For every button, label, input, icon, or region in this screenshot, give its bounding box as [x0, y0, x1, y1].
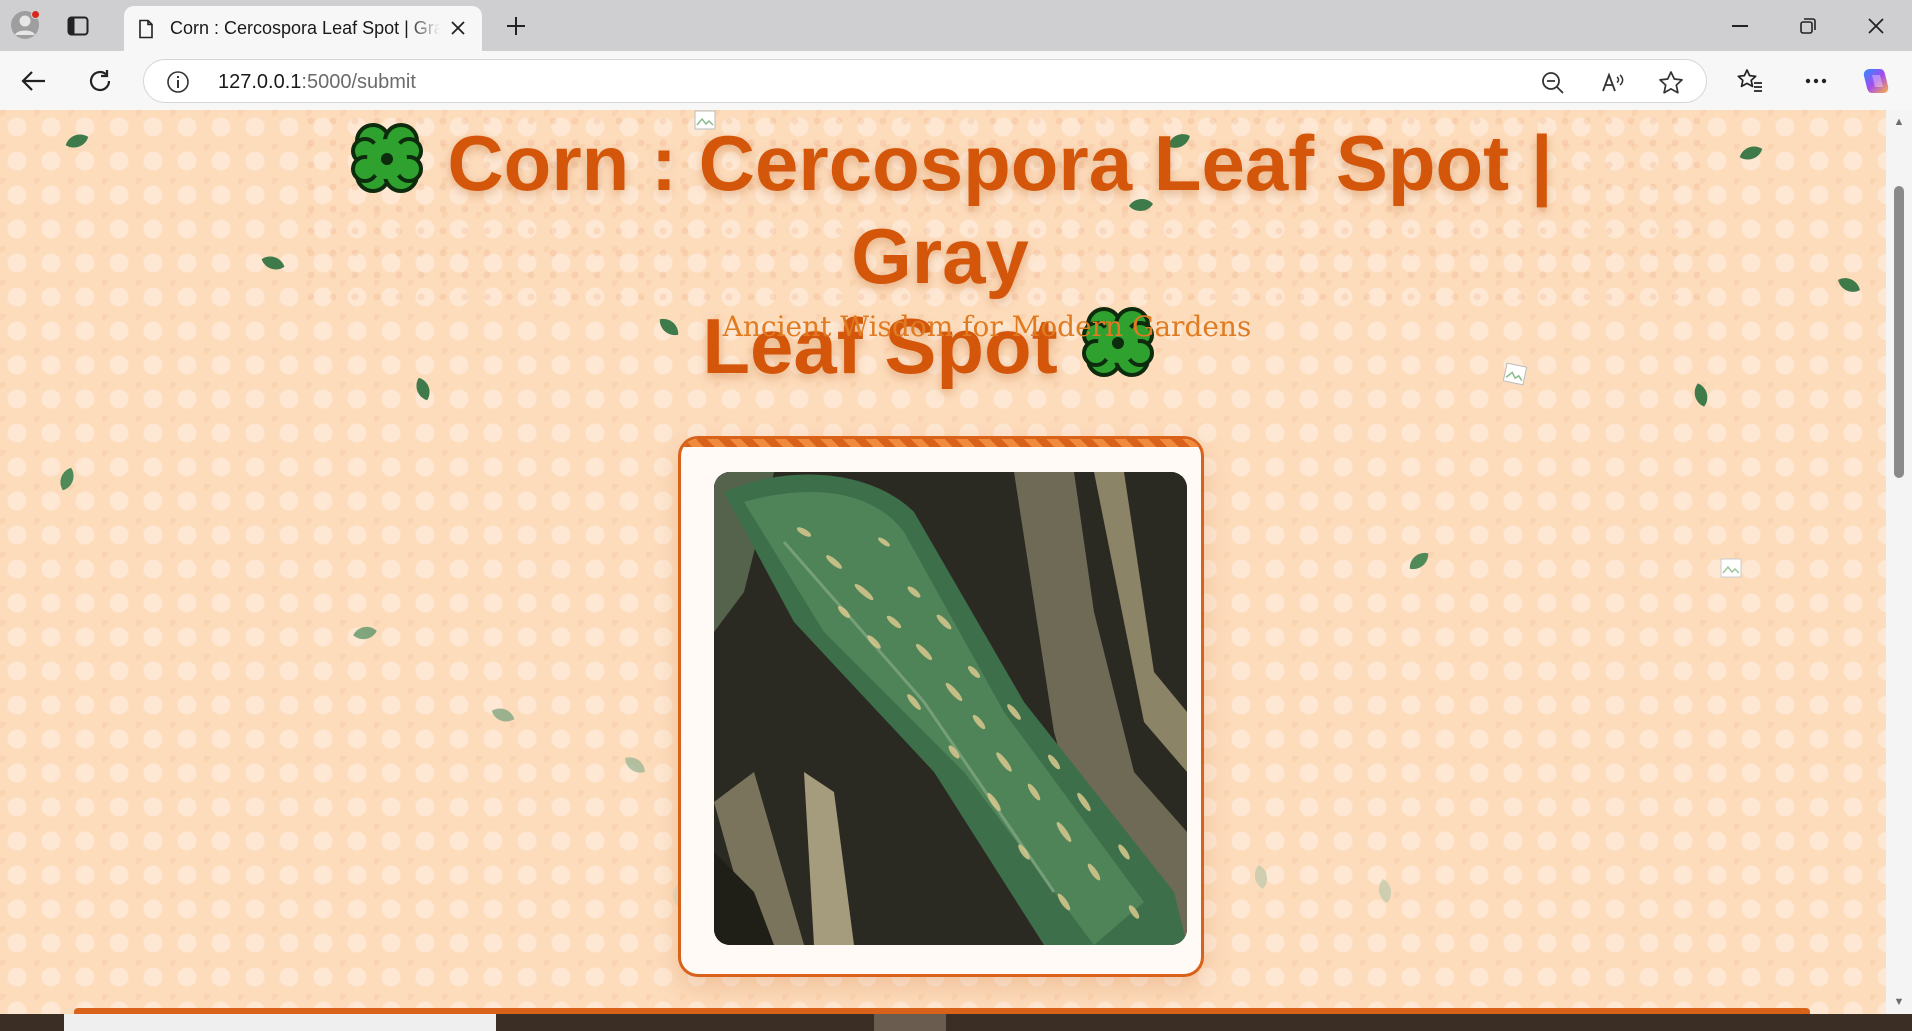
url-path: :5000/submit: [301, 71, 416, 93]
tab-strip: Corn : Cercospora Leaf Spot | Gray Leaf …: [0, 0, 1912, 51]
leaf-icon: [62, 130, 91, 152]
back-icon[interactable]: [18, 65, 50, 97]
scroll-up-icon[interactable]: ▲: [1893, 116, 1905, 128]
zoom-out-icon[interactable]: [1540, 70, 1566, 96]
leaf-icon: [488, 704, 517, 726]
favorite-star-icon[interactable]: [1658, 70, 1684, 96]
restore-icon[interactable]: [1774, 0, 1842, 51]
profile-icon[interactable]: [8, 8, 42, 42]
leaf-icon: [1691, 381, 1711, 410]
subtitle-text: Ancient Wisdom for Modern Gardens: [722, 310, 1252, 343]
favorites-icon[interactable]: [1734, 65, 1766, 97]
taskbar-item[interactable]: [874, 1014, 946, 1031]
more-icon[interactable]: [1800, 65, 1832, 97]
vertical-scrollbar[interactable]: ▲ ▼: [1886, 110, 1912, 1014]
read-aloud-icon[interactable]: [1600, 70, 1626, 96]
url-text[interactable]: 127.0.0.1:5000/submit: [218, 71, 416, 94]
close-tab-icon[interactable]: [448, 18, 468, 38]
leaf-icon: [1405, 547, 1434, 574]
tab-actions-icon[interactable]: [64, 12, 92, 40]
page-icon: [139, 19, 153, 38]
leaf-icon: [1376, 877, 1394, 905]
tab-title: Corn : Cercospora Leaf Spot | Gray Leaf …: [170, 18, 440, 38]
minimize-icon[interactable]: [1706, 0, 1774, 51]
leaf-icon: [351, 624, 379, 642]
page-subtitle: Ancient Wisdom for Modern Gardens: [0, 310, 1886, 343]
taskbar: [0, 1014, 1912, 1031]
leaf-icon: [1834, 273, 1863, 297]
leaf-icon: [1736, 142, 1765, 164]
page-viewport: Corn : Cercospora Leaf Spot | Gray Leaf …: [0, 110, 1886, 1014]
close-window-icon[interactable]: [1842, 0, 1910, 51]
browser-toolbar: 127.0.0.1:5000/submit: [0, 51, 1912, 110]
title-line-1: Corn : Cercospora Leaf Spot | Gray: [447, 119, 1553, 301]
refresh-icon[interactable]: [84, 65, 116, 97]
leaf-icon: [56, 464, 78, 493]
card-top-stripe: [681, 439, 1201, 447]
url-host: 127.0.0.1: [218, 71, 302, 93]
address-bar[interactable]: 127.0.0.1:5000/submit: [143, 59, 1707, 103]
active-tab[interactable]: Corn : Cercospora Leaf Spot | Gray Leaf …: [124, 6, 482, 51]
notification-dot: [31, 10, 40, 19]
page-title: Corn : Cercospora Leaf Spot | Gray Leaf …: [230, 118, 1650, 395]
scrollbar-thumb[interactable]: [1894, 186, 1904, 478]
copilot-icon[interactable]: [1860, 65, 1892, 97]
leaf-icon: [620, 752, 649, 778]
corn-leaf-image: [714, 472, 1187, 945]
scroll-down-icon[interactable]: ▼: [1893, 996, 1905, 1008]
broken-image-icon: [1720, 558, 1742, 578]
taskbar-item[interactable]: [64, 1014, 496, 1031]
leaf-icon: [1252, 863, 1270, 891]
image-card: [678, 436, 1204, 977]
clover-icon: [351, 123, 424, 194]
new-tab-icon[interactable]: [500, 10, 532, 42]
leaf-photo: [714, 472, 1187, 945]
site-info-icon[interactable]: [166, 70, 190, 94]
